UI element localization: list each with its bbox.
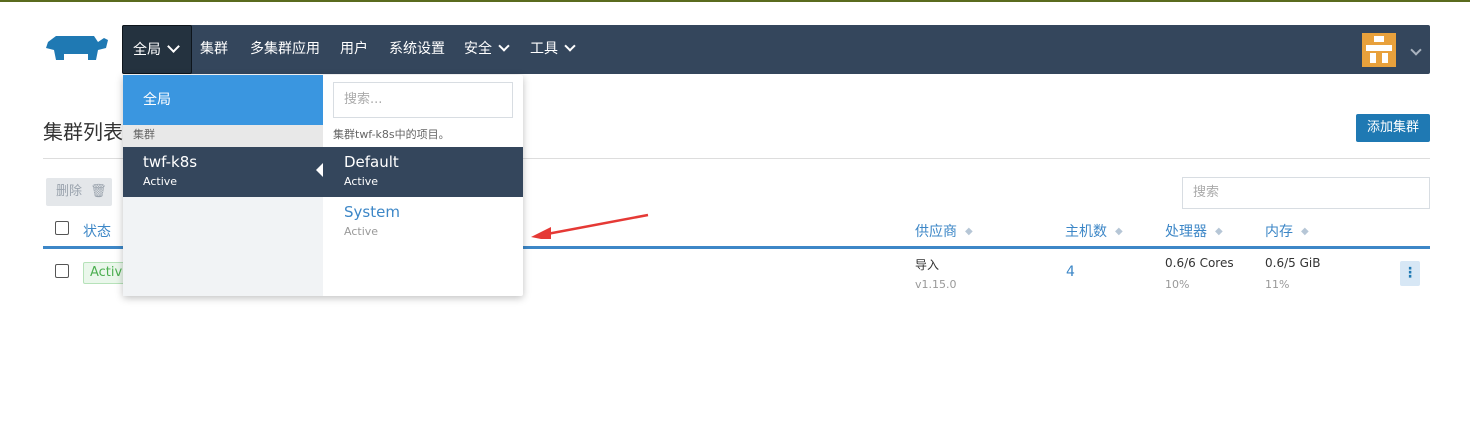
- nav-security[interactable]: 安全: [464, 25, 510, 74]
- kebab-menu-icon: ⋮: [1403, 265, 1417, 281]
- nav-settings[interactable]: 系统设置: [389, 25, 445, 74]
- version-value: v1.15.0: [915, 278, 957, 291]
- host-count-link[interactable]: 4: [1066, 264, 1075, 280]
- nav-clusters[interactable]: 集群: [200, 25, 228, 74]
- page-title: 集群列表: [43, 120, 123, 144]
- chevron-down-icon: [564, 40, 576, 52]
- cluster-name: twf-k8s: [143, 153, 198, 171]
- nav-global-label: 全局: [133, 42, 161, 58]
- project-name: Default: [344, 153, 399, 171]
- dropdown-cluster-pane: 全局 集群 twf-k8s Active: [123, 75, 323, 296]
- column-header-status[interactable]: 状态: [83, 221, 111, 241]
- dropdown-cluster-item[interactable]: twf-k8s Active: [123, 147, 323, 197]
- chevron-down-icon: [1410, 44, 1422, 56]
- selection-pointer-icon: [316, 163, 323, 177]
- column-header-label: 供应商: [915, 224, 957, 240]
- nav-tools-label: 工具: [530, 41, 558, 57]
- delete-button[interactable]: 删除 🗑: [46, 178, 112, 206]
- annotation-arrow-icon: [531, 213, 649, 239]
- column-header-memory[interactable]: 内存 ◆: [1265, 221, 1309, 241]
- row-actions-button[interactable]: ⋮: [1400, 261, 1420, 286]
- project-status: Active: [344, 175, 379, 188]
- chevron-down-icon: [498, 40, 510, 52]
- nav-tools[interactable]: 工具: [530, 25, 576, 74]
- dropdown-search-input[interactable]: 搜索...: [333, 82, 513, 118]
- user-menu-toggle[interactable]: [1404, 42, 1422, 61]
- dropdown-project-item[interactable]: System Active: [323, 197, 523, 247]
- search-input[interactable]: 搜索: [1182, 177, 1430, 209]
- project-name: System: [344, 203, 400, 221]
- trash-icon: 🗑: [90, 184, 107, 199]
- nav-security-label: 安全: [464, 41, 492, 57]
- column-header-label: 主机数: [1065, 224, 1107, 240]
- provider-value: 导入: [915, 258, 940, 272]
- avatar-pattern-icon: [1362, 33, 1396, 67]
- top-navbar: 全局 集群 多集群应用 用户 系统设置 安全 工具: [122, 25, 1430, 74]
- column-header-provider[interactable]: 供应商 ◆: [915, 221, 973, 241]
- column-header-label: 状态: [83, 224, 111, 240]
- cpu-value: 0.6/6 Cores: [1165, 256, 1234, 270]
- nav-global-dropdown[interactable]: 全局: [122, 25, 192, 74]
- rancher-logo-icon[interactable]: [42, 32, 112, 68]
- chevron-down-icon: [167, 40, 180, 53]
- sort-icon: ◆: [965, 226, 973, 237]
- row-checkbox[interactable]: [55, 264, 69, 278]
- nav-multi-cluster-apps[interactable]: 多集群应用: [250, 25, 320, 74]
- column-header-hosts[interactable]: 主机数 ◆: [1065, 221, 1123, 241]
- memory-value: 0.6/5 GiB: [1265, 256, 1321, 270]
- cpu-percent: 10%: [1165, 278, 1190, 291]
- column-header-label: 内存: [1265, 224, 1293, 240]
- select-all-checkbox[interactable]: [55, 221, 69, 235]
- dropdown-project-item[interactable]: Default Active: [323, 147, 523, 197]
- sort-icon: ◆: [1115, 226, 1123, 237]
- delete-label: 删除: [56, 184, 83, 199]
- add-cluster-button[interactable]: 添加集群: [1356, 114, 1430, 142]
- dropdown-cluster-section-label: 集群: [123, 125, 323, 147]
- sort-icon: ◆: [1215, 226, 1223, 237]
- dropdown-project-hint: 集群twf-k8s中的项目。: [323, 125, 523, 147]
- column-header-label: 处理器: [1165, 224, 1207, 240]
- global-context-dropdown: 全局 集群 twf-k8s Active 搜索... 集群twf-k8s中的项目…: [123, 75, 649, 296]
- memory-percent: 11%: [1265, 278, 1290, 291]
- column-header-cpu[interactable]: 处理器 ◆: [1165, 221, 1223, 241]
- nav-users[interactable]: 用户: [340, 25, 368, 74]
- dropdown-global-item[interactable]: 全局: [123, 75, 323, 125]
- user-avatar[interactable]: [1362, 33, 1396, 67]
- sort-icon: ◆: [1301, 226, 1309, 237]
- cluster-status: Active: [143, 175, 178, 188]
- top-border: [0, 0, 1470, 2]
- project-status: Active: [344, 225, 379, 238]
